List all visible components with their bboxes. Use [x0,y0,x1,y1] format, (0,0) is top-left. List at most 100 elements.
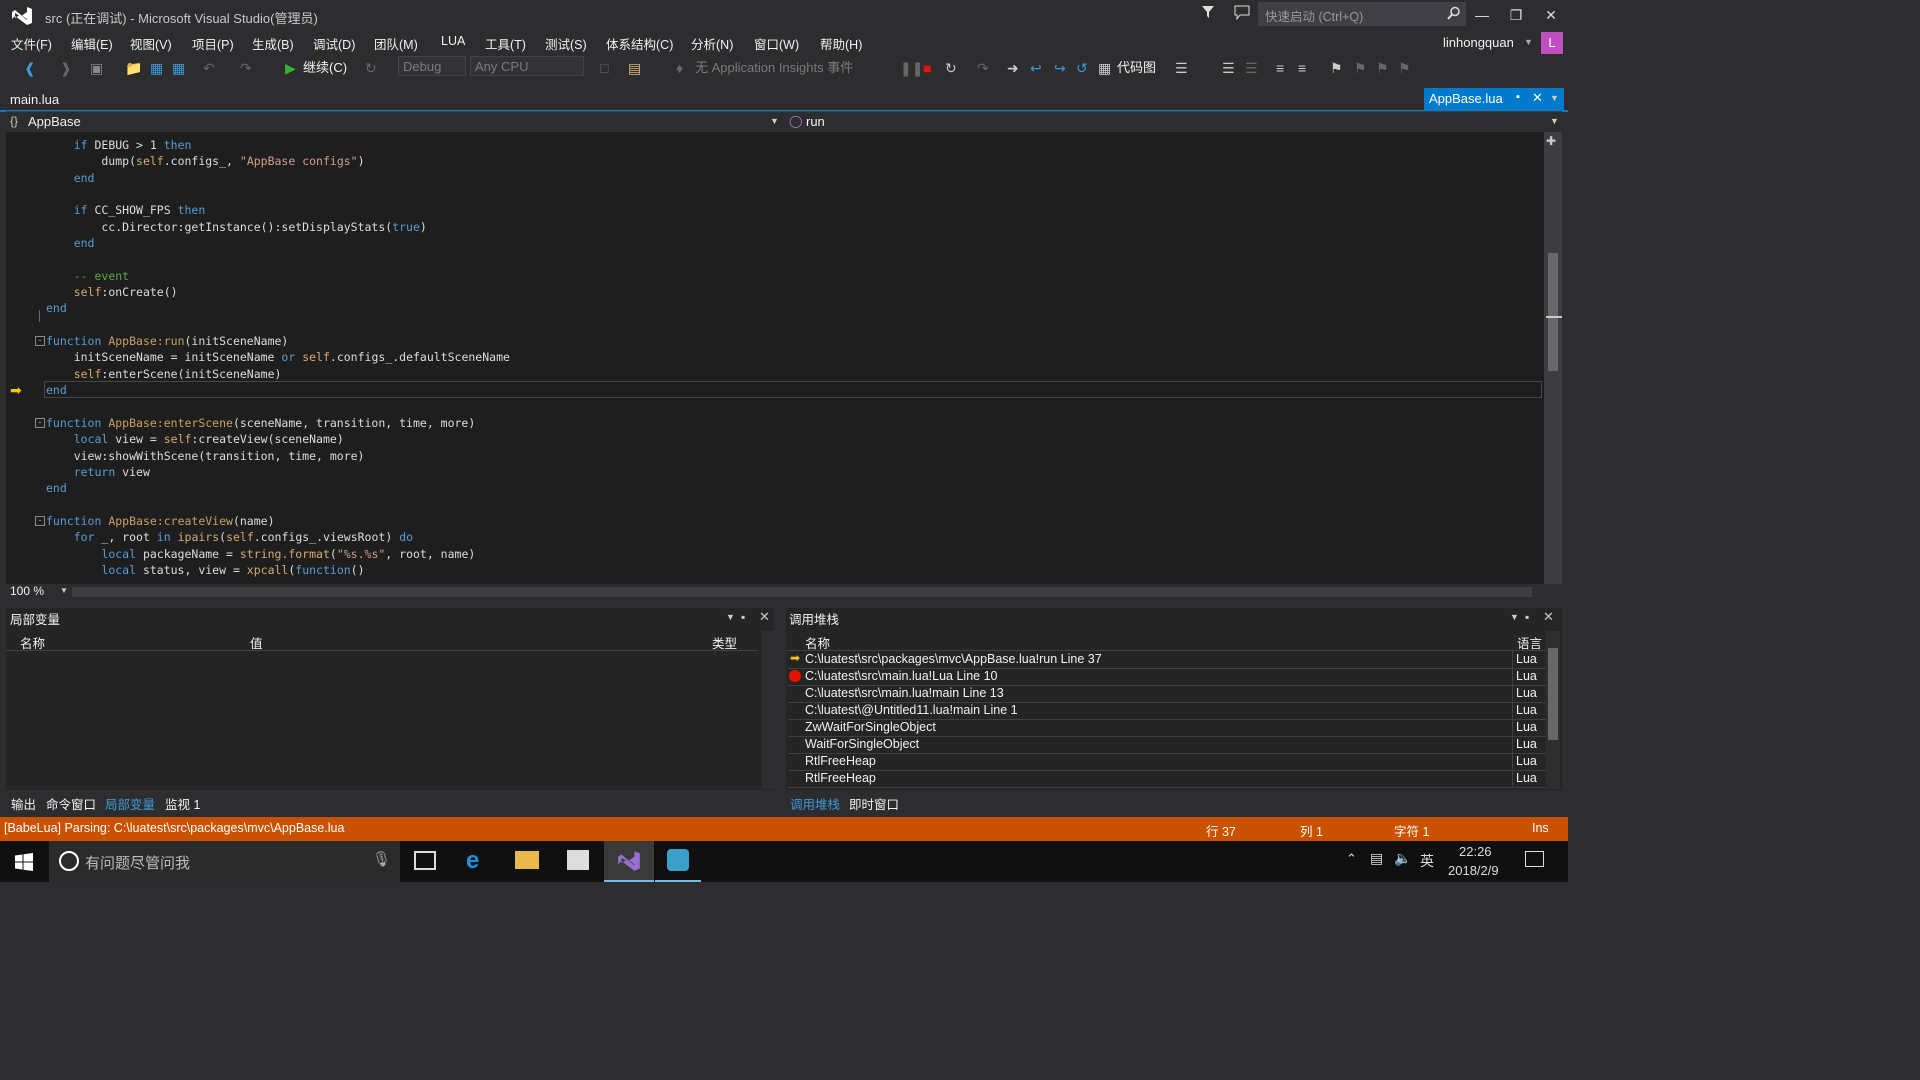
next-bookmark-icon[interactable]: ⚑ [1376,59,1389,77]
menu-edit[interactable]: 编辑(E) [71,34,113,53]
configuration-select[interactable]: Debug [398,56,466,76]
menu-analyze[interactable]: 分析(N) [691,34,733,53]
editor-horizontal-scrollbar[interactable] [72,587,1532,597]
attach-icon[interactable]: □ [600,59,608,77]
callstack-scroll-thumb[interactable] [1548,648,1558,740]
forward-icon[interactable]: ❱ [60,59,72,77]
code-editor[interactable]: - - - ➡ if DEBUG > 1 then dump(self.conf… [6,132,1544,584]
menu-test[interactable]: 测试(S) [545,34,587,53]
callstack-row[interactable]: WaitForSingleObject Lua [788,736,1546,754]
codemap-icon[interactable]: ▦ [1098,59,1111,77]
step-out-icon[interactable]: ↺ [1076,59,1088,77]
zoom-dropdown-icon[interactable]: ▼ [60,586,68,595]
user-name[interactable]: linhongquan [1443,35,1514,50]
member-dropdown[interactable]: run [806,114,825,129]
taskbar-app-button[interactable] [655,841,701,882]
menu-lua[interactable]: LUA [441,34,465,48]
pin-icon[interactable]: ▪ [1516,91,1520,103]
menu-help[interactable]: 帮助(H) [820,34,862,53]
tab-main-lua[interactable]: main.lua [10,92,59,107]
restart-icon[interactable]: ↻ [945,59,957,77]
locals-col-name[interactable]: 名称 [20,633,45,652]
pin-panel-icon[interactable]: ▪ [741,610,745,624]
outdent-icon[interactable]: ≡ [1298,59,1306,77]
menu-architecture[interactable]: 体系结构(C) [606,34,673,53]
callstack-close-icon[interactable]: ✕ [1543,609,1554,625]
open-file-icon[interactable]: 📁 [125,59,142,77]
new-project-icon[interactable]: ▣ [90,59,103,77]
minimize-button[interactable]: — [1467,4,1497,26]
tab-locals[interactable]: 局部变量 [105,794,155,813]
tab-overflow-icon[interactable]: ▼ [1550,93,1559,103]
close-window-button[interactable]: ✕ [1536,4,1566,26]
back-icon[interactable]: ❰ [24,59,36,77]
step-next-icon[interactable]: ➜ [1007,59,1019,77]
bookmark-icon[interactable]: ⚑ [1330,59,1343,77]
codemap-button[interactable]: 代码图 [1117,59,1156,77]
microphone-icon[interactable]: 🎙 [372,850,391,868]
callstack-col-name[interactable]: 名称 [805,633,830,652]
close-panel-icon[interactable]: ✕ [759,609,770,625]
quick-launch-input[interactable]: 快速启动 (Ctrl+Q) [1258,2,1466,26]
clear-bookmarks-icon[interactable]: ⚑ [1398,59,1411,77]
continue-button[interactable]: 继续(C) [303,59,347,77]
tab-immediate-window[interactable]: 即时窗口 [849,794,899,813]
volume-icon[interactable]: 🔈 [1394,850,1411,867]
editor-scroll-thumb[interactable] [1548,253,1558,371]
callstack-row[interactable]: C:\luatest\src\main.lua!main Line 13 Lua [788,685,1546,703]
menu-window[interactable]: 窗口(W) [754,34,799,53]
threads-icon[interactable]: ☰ [1222,59,1235,77]
split-editor-icon[interactable]: ✚ [1546,134,1556,148]
indent-icon[interactable]: ≡ [1276,59,1284,77]
zoom-level[interactable]: 100 % [10,584,44,598]
tab-watch-1[interactable]: 监视 1 [165,794,200,813]
filter-icon[interactable] [1201,5,1215,19]
task-view-icon[interactable] [414,851,436,870]
callstack-row[interactable]: C:\luatest\src\main.lua!Lua Line 10 Lua [788,668,1546,686]
callstack-row[interactable]: ZwWaitForSingleObject Lua [788,719,1546,737]
step-into-icon[interactable]: ↩ [1030,59,1042,77]
continue-icon[interactable]: ▶ [285,59,296,77]
network-icon[interactable]: ▤ [1370,850,1383,867]
close-tab-icon[interactable]: ✕ [1532,90,1543,106]
user-dropdown-icon[interactable]: ▼ [1524,37,1533,47]
fold-toggle-enterscene[interactable]: - [35,418,45,428]
hex-display-icon[interactable]: ☰ [1175,59,1188,77]
callstack-row[interactable]: RtlFreeHeap Lua [788,770,1546,788]
fold-toggle-createview[interactable]: - [35,516,45,526]
stop-icon[interactable]: ■ [923,59,931,77]
stack-frame-icon[interactable]: ☰ [1245,59,1258,77]
callstack-row[interactable]: RtlFreeHeap Lua [788,753,1546,771]
redo-icon[interactable]: ↷ [240,59,252,77]
clock-time[interactable]: 22:26 [1459,844,1492,859]
undo-icon[interactable]: ↶ [203,59,215,77]
taskbar-visual-studio-button[interactable] [604,841,654,882]
refresh-icon[interactable]: ↻ [365,59,377,77]
show-hidden-icons-icon[interactable]: ⌃ [1346,851,1357,867]
tab-output[interactable]: 输出 [11,794,36,813]
file-explorer-icon[interactable] [515,851,539,869]
callstack-pin-icon[interactable]: ▪ [1525,610,1529,624]
action-center-icon[interactable] [1525,851,1544,867]
panel-menu-icon[interactable]: ▼ [726,612,735,622]
tab-call-stack[interactable]: 调用堆栈 [790,794,840,813]
store-icon[interactable] [567,850,589,870]
tab-appbase-lua[interactable]: AppBase.lua ▪ ✕ [1424,88,1564,110]
show-next-statement-icon[interactable]: ↷ [977,59,989,77]
callstack-row[interactable]: ➡ C:\luatest\src\packages\mvc\AppBase.lu… [788,651,1546,669]
windows-start-icon[interactable] [15,853,33,871]
edge-icon[interactable]: e [466,847,479,875]
menu-team[interactable]: 团队(M) [374,34,418,53]
scope-dropdown-arrow-icon[interactable]: ▼ [770,116,779,126]
step-over-icon[interactable]: ↪ [1054,59,1066,77]
scope-dropdown[interactable]: AppBase [28,114,81,129]
avatar[interactable]: L [1541,32,1563,54]
insights-label[interactable]: 无 Application Insights 事件 [695,59,853,77]
platform-select[interactable]: Any CPU [470,56,584,76]
menu-view[interactable]: 视图(V) [130,34,172,53]
save-all-icon[interactable]: ▦ [172,59,185,77]
callstack-menu-icon[interactable]: ▼ [1510,612,1519,622]
prev-bookmark-icon[interactable]: ⚑ [1354,59,1367,77]
save-icon[interactable]: ▦ [150,59,163,77]
callstack-row[interactable]: C:\luatest\@Untitled11.lua!main Line 1 L… [788,702,1546,720]
